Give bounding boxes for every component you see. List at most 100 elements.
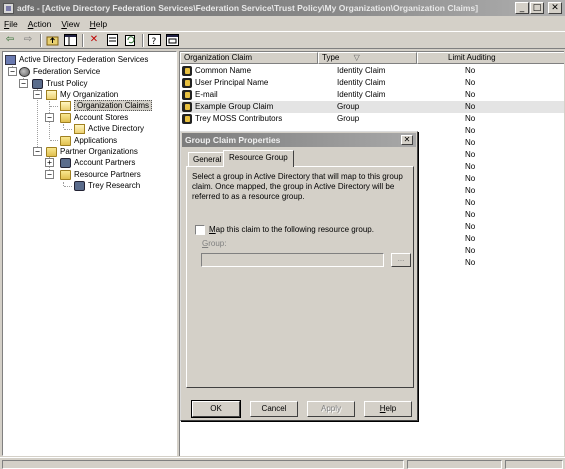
- expand-icon[interactable]: +: [45, 158, 54, 167]
- tree-item-account-stores[interactable]: Account Stores: [60, 112, 128, 123]
- limit-auditing-cell: No: [465, 174, 476, 183]
- tree-item-label-selected: Organization Claims: [74, 100, 153, 111]
- column-header-organization-claim[interactable]: Organization Claim: [180, 52, 318, 64]
- tree-connector: [64, 186, 72, 187]
- tree-item-active-directory[interactable]: Active Directory: [74, 123, 144, 134]
- tree-item-partner-organizations[interactable]: Partner Organizations: [46, 146, 138, 157]
- cancel-button[interactable]: Cancel: [250, 401, 298, 417]
- console-tree[interactable]: Active Directory Federation Services − F…: [2, 51, 177, 456]
- claim-name-cell: E-mail: [195, 90, 218, 99]
- tree-item-label: Account Partners: [74, 158, 136, 167]
- tree-item-trey-research[interactable]: Trey Research: [74, 180, 140, 191]
- tree-item-label: My Organization: [60, 90, 119, 99]
- delete-icon[interactable]: ✕: [87, 34, 101, 47]
- svg-text:?: ?: [151, 37, 156, 46]
- claim-name-cell: Example Group Claim: [195, 102, 274, 111]
- tree-item-resource-partners[interactable]: Resource Partners: [60, 169, 141, 180]
- tree-item-label: Account Stores: [74, 113, 129, 122]
- limit-auditing-cell: No: [465, 210, 476, 219]
- collapse-icon[interactable]: −: [8, 67, 17, 76]
- claim-type-cell: Identity Claim: [337, 66, 386, 75]
- maximize-button[interactable]: □: [530, 2, 544, 14]
- group-claim-properties-dialog: Group Claim Properties ✕ General Resourc…: [180, 131, 418, 421]
- folder-icon: [60, 169, 71, 180]
- claim-icon: [182, 102, 192, 112]
- table-row[interactable]: Trey MOSS Contributors Group No: [180, 113, 564, 125]
- claim-name-cell: Common Name: [195, 66, 252, 75]
- claim-icon: [182, 78, 192, 88]
- table-row[interactable]: Common Name Identity Claim No: [180, 65, 564, 77]
- collapse-icon[interactable]: −: [45, 113, 54, 122]
- limit-auditing-cell: No: [465, 66, 476, 75]
- claim-type-cell: Group: [337, 114, 360, 123]
- table-row[interactable]: Example Group Claim Group No: [180, 101, 564, 113]
- tree-item-federation-service[interactable]: Federation Service: [19, 66, 100, 77]
- collapse-icon[interactable]: −: [45, 170, 54, 179]
- tree-item-organization-claims[interactable]: Organization Claims: [60, 100, 153, 111]
- menu-bar: File Action View Help: [0, 16, 565, 31]
- limit-auditing-cell: No: [465, 246, 476, 255]
- browse-group-button[interactable]: ...: [391, 253, 411, 267]
- claim-type-cell: Group: [337, 102, 360, 111]
- tree-item-label: Applications: [74, 136, 118, 145]
- show-tree-icon[interactable]: [63, 34, 77, 47]
- resource-partner-icon: [74, 180, 85, 191]
- limit-auditing-cell: No: [465, 234, 476, 243]
- tree-item-applications[interactable]: Applications: [60, 135, 117, 146]
- refresh-icon[interactable]: [123, 34, 137, 47]
- status-pane-3: [505, 460, 563, 469]
- claim-icon: [182, 114, 192, 124]
- menu-help[interactable]: Help: [90, 19, 107, 29]
- tree-item-my-organization[interactable]: My Organization: [46, 89, 118, 100]
- trust-policy-icon: [32, 78, 43, 89]
- tree-item-account-partners[interactable]: Account Partners: [60, 157, 135, 168]
- tab-resource-group[interactable]: Resource Group: [223, 150, 294, 167]
- map-claim-checkbox[interactable]: [195, 225, 205, 235]
- help-button[interactable]: Help: [364, 401, 412, 417]
- up-folder-icon[interactable]: [45, 34, 59, 47]
- dialog-title: Group Claim Properties: [185, 135, 281, 145]
- menu-view[interactable]: View: [61, 19, 79, 29]
- limit-auditing-cell: No: [465, 150, 476, 159]
- claim-type-cell: Identity Claim: [337, 78, 386, 87]
- collapse-icon[interactable]: −: [19, 79, 28, 88]
- menu-action[interactable]: Action: [28, 19, 52, 29]
- help-icon[interactable]: ?: [147, 34, 161, 47]
- tree-item-label: Partner Organizations: [60, 147, 138, 156]
- tree-connector: [64, 129, 72, 130]
- tree-root[interactable]: Active Directory Federation Services: [5, 54, 148, 65]
- map-claim-checkbox-label[interactable]: Map this claim to the following resource…: [209, 225, 374, 235]
- tree-connector: [50, 140, 58, 141]
- dialog-close-button[interactable]: ✕: [401, 135, 413, 145]
- limit-auditing-cell: No: [465, 102, 476, 111]
- column-header-type[interactable]: Type ▽: [318, 52, 417, 64]
- ok-button[interactable]: OK: [191, 400, 241, 418]
- collapse-icon[interactable]: −: [33, 90, 42, 99]
- limit-auditing-cell: No: [465, 126, 476, 135]
- minimize-button[interactable]: _: [515, 2, 529, 14]
- status-pane-main: [2, 460, 404, 469]
- limit-auditing-cell: No: [465, 222, 476, 231]
- table-row[interactable]: E-mail Identity Claim No: [180, 89, 564, 101]
- menu-file[interactable]: File: [4, 19, 18, 29]
- tab-general[interactable]: General: [188, 152, 227, 167]
- back-arrow-icon[interactable]: ⇦: [3, 34, 17, 47]
- group-field-label: Group:: [202, 239, 227, 248]
- apply-button[interactable]: Apply: [307, 401, 355, 417]
- tree-item-trust-policy[interactable]: Trust Policy: [32, 78, 88, 89]
- console-icon[interactable]: [165, 34, 179, 47]
- mmc-app-icon[interactable]: [3, 2, 14, 14]
- collapse-icon[interactable]: −: [33, 147, 42, 156]
- close-button[interactable]: ✕: [548, 2, 562, 14]
- limit-auditing-cell: No: [465, 186, 476, 195]
- properties-icon[interactable]: [105, 34, 119, 47]
- limit-auditing-cell: No: [465, 78, 476, 87]
- toolbar-separator: [82, 33, 84, 47]
- group-field[interactable]: [201, 253, 384, 267]
- limit-auditing-cell: No: [465, 258, 476, 267]
- tree-item-label: Active Directory: [88, 124, 145, 133]
- claim-name-cell: Trey MOSS Contributors: [195, 114, 283, 123]
- column-header-limit-auditing[interactable]: Limit Auditing: [417, 52, 564, 64]
- table-row[interactable]: User Principal Name Identity Claim No: [180, 77, 564, 89]
- forward-arrow-icon[interactable]: ⇨: [21, 34, 35, 47]
